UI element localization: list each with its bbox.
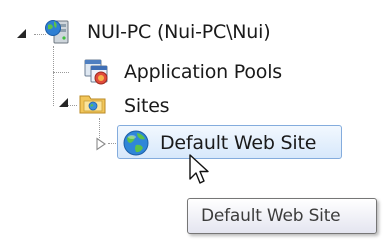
mouse-cursor-icon (189, 154, 209, 184)
tree-connector-line (99, 118, 100, 138)
application-pools-icon (84, 59, 108, 85)
tree-node-label: Sites (124, 95, 170, 117)
globe-icon (123, 130, 149, 156)
tree-node-label: NUI-PC (Nui-PC\Nui) (87, 21, 271, 43)
collapse-arrow-icon[interactable] (16, 28, 28, 40)
tree-node-label: Default Web Site (160, 132, 317, 154)
sites-folder-icon (79, 95, 106, 114)
tooltip: Default Web Site (187, 198, 377, 234)
expand-arrow-icon[interactable] (95, 137, 107, 151)
tooltip-text: Default Web Site (201, 206, 341, 226)
collapse-arrow-icon[interactable] (58, 97, 70, 109)
server-icon (45, 20, 69, 44)
tree-connector-line (53, 46, 54, 106)
tree-node-label: Application Pools (124, 61, 283, 83)
iis-connections-tree: NUI-PC (Nui-PC\Nui) Application Pools Si… (0, 0, 392, 244)
tree-connector-line (53, 72, 69, 73)
